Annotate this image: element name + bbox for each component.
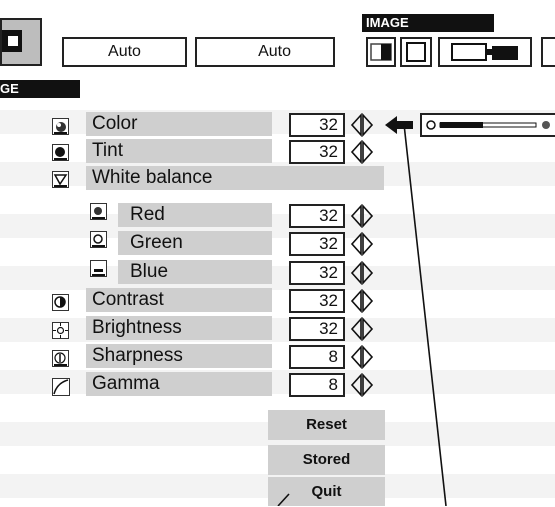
value-field-tint[interactable]: 32 — [289, 140, 345, 164]
left-tab[interactable]: GE — [0, 80, 80, 98]
menu-item-red[interactable]: Red — [118, 203, 272, 227]
input-source-icon[interactable] — [0, 18, 42, 66]
adjust-arrows-icon[interactable] — [350, 372, 374, 398]
menu-item-color[interactable]: Color — [86, 112, 272, 136]
value-field-gamma[interactable]: 8 — [289, 373, 345, 397]
value-text: 32 — [319, 319, 338, 338]
image-tab[interactable]: IMAGE — [362, 14, 494, 32]
selection-pointer-icon — [385, 116, 413, 134]
reset-button[interactable]: Reset — [268, 410, 385, 440]
menu-item-white-balance[interactable]: White balance — [86, 166, 384, 190]
image-tab-label: IMAGE — [366, 15, 409, 30]
toolbar-icon-2[interactable] — [400, 37, 432, 67]
color-icon — [52, 118, 69, 135]
value-text: 8 — [328, 375, 338, 394]
adjust-arrows-icon[interactable] — [350, 344, 374, 370]
gamma-icon — [52, 378, 70, 396]
value-text: 32 — [319, 115, 338, 134]
quit-label: Quit — [311, 483, 342, 500]
menu-item-tint[interactable]: Tint — [86, 139, 272, 163]
menu-item-label: White balance — [92, 167, 213, 188]
mode-box-1-label: Auto — [108, 43, 141, 60]
projector-icon — [451, 43, 518, 61]
adjust-arrows-icon[interactable] — [350, 231, 374, 257]
sharpness-icon — [52, 350, 69, 367]
left-tab-label: GE — [0, 81, 19, 96]
menu-item-label: Tint — [92, 140, 123, 161]
slider-track — [426, 120, 550, 130]
mode-box-2-label: Auto — [258, 43, 291, 60]
toolbar-icon-1[interactable] — [366, 37, 396, 67]
adjust-arrows-icon[interactable] — [350, 316, 374, 342]
adjust-arrows-icon[interactable] — [350, 112, 374, 138]
adjust-arrows-icon[interactable] — [350, 139, 374, 165]
value-text: 32 — [319, 263, 338, 282]
value-text: 8 — [328, 347, 338, 366]
stored-button[interactable]: Stored — [268, 445, 385, 475]
bg-stripe — [0, 266, 555, 290]
menu-item-contrast[interactable]: Contrast — [86, 288, 272, 312]
menu-item-label: Gamma — [92, 373, 160, 394]
quit-button[interactable]: Quit — [268, 477, 385, 506]
page-icon — [406, 42, 426, 62]
value-field-brightness[interactable]: 32 — [289, 317, 345, 341]
value-field-color[interactable]: 32 — [289, 113, 345, 137]
menu-item-sharpness[interactable]: Sharpness — [86, 344, 272, 368]
menu-item-brightness[interactable]: Brightness — [86, 316, 272, 340]
toolbar-icon-4[interactable] — [541, 37, 555, 67]
white-balance-icon — [52, 171, 69, 188]
value-text: 32 — [319, 142, 338, 161]
value-field-green[interactable]: 32 — [289, 232, 345, 256]
adjust-arrows-icon[interactable] — [350, 288, 374, 314]
tint-icon — [52, 144, 69, 161]
menu-item-green[interactable]: Green — [118, 231, 272, 255]
toolbar-icon-3[interactable] — [438, 37, 532, 67]
reset-label: Reset — [306, 416, 347, 433]
value-text: 32 — [319, 206, 338, 225]
menu-item-label: Brightness — [92, 317, 182, 338]
slider-popup[interactable] — [420, 113, 555, 137]
menu-item-blue[interactable]: Blue — [118, 260, 272, 284]
bg-stripe — [0, 370, 555, 394]
menu-item-label: Contrast — [92, 289, 164, 310]
menu-item-label: Sharpness — [92, 345, 183, 366]
stored-label: Stored — [302, 451, 351, 468]
input-source-glyph — [2, 30, 22, 52]
menu-item-label: Red — [130, 204, 165, 225]
value-text: 32 — [319, 234, 338, 253]
value-field-red[interactable]: 32 — [289, 204, 345, 228]
menu-item-label: Color — [92, 113, 138, 134]
green-icon — [90, 231, 107, 248]
blue-icon — [90, 260, 107, 277]
brightness-icon — [52, 322, 69, 339]
bg-stripe — [0, 214, 555, 238]
contrast-icon — [52, 294, 69, 311]
bg-stripe — [0, 318, 555, 342]
mode-box-2[interactable]: Auto — [195, 37, 335, 67]
value-field-sharpness[interactable]: 8 — [289, 345, 345, 369]
value-field-contrast[interactable]: 32 — [289, 289, 345, 313]
split-icon — [370, 43, 392, 61]
adjust-arrows-icon[interactable] — [350, 260, 374, 286]
mode-box-1[interactable]: Auto — [62, 37, 187, 67]
menu-item-label: Blue — [130, 261, 169, 282]
red-icon — [90, 203, 107, 220]
adjust-arrows-icon[interactable] — [350, 203, 374, 229]
value-text: 32 — [319, 291, 338, 310]
menu-item-gamma[interactable]: Gamma — [86, 372, 272, 396]
value-field-blue[interactable]: 32 — [289, 261, 345, 285]
menu-item-label: Green — [130, 232, 183, 253]
